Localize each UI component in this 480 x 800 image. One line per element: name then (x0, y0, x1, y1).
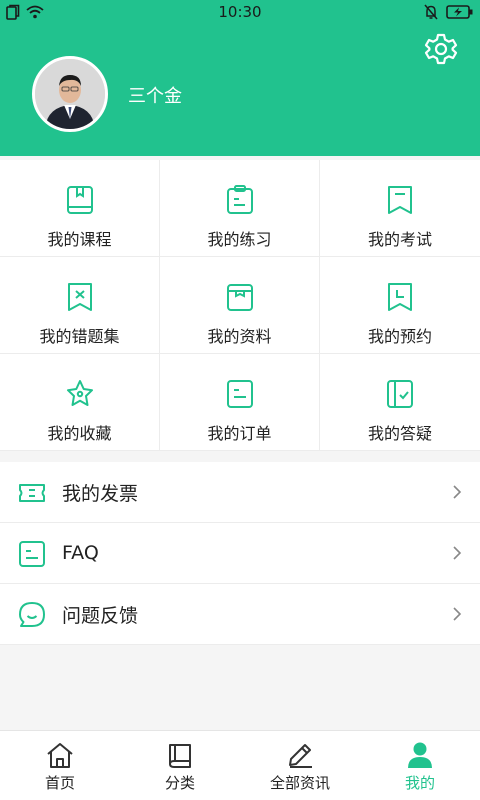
grid-item-label: 我的资料 (207, 327, 272, 346)
list-item-faq[interactable]: FAQ (0, 523, 480, 584)
tab-category[interactable]: 分类 (120, 731, 240, 800)
order-doc-icon (226, 380, 253, 408)
grid-item-label: 我的订单 (207, 424, 272, 443)
tab-news[interactable]: 全部资讯 (240, 731, 360, 800)
grid-item-exams[interactable]: 我的考试 (320, 160, 480, 257)
notebook-check-icon (387, 380, 413, 408)
grid-item-label: 我的收藏 (47, 424, 112, 443)
archive-box-icon (226, 284, 253, 311)
battery-icon (446, 5, 473, 19)
grid-item-label: 我的课程 (47, 230, 112, 249)
chevron-right-icon (453, 607, 462, 621)
username: 三个金 (128, 86, 182, 107)
status-time: 10:30 (218, 3, 262, 21)
avatar-portrait-icon (35, 59, 105, 129)
chevron-right-icon (453, 546, 462, 560)
clipboard-icon (226, 185, 253, 214)
list-item-label: 我的发票 (62, 482, 139, 505)
star-icon (66, 380, 93, 406)
tab-label: 我的 (404, 774, 435, 792)
grid-item-practice[interactable]: 我的练习 (160, 160, 320, 257)
chevron-right-icon (453, 485, 462, 499)
person-icon (408, 742, 432, 768)
grid-item-label: 我的答疑 (367, 424, 432, 443)
profile-header: 三个金 (0, 24, 480, 156)
ticket-icon (19, 484, 45, 502)
grid-item-materials[interactable]: 我的资料 (160, 257, 320, 354)
grid-item-wrong-questions[interactable]: 我的错题集 (0, 257, 160, 354)
tab-label: 全部资讯 (269, 774, 330, 792)
list-item-feedback[interactable]: 问题反馈 (0, 584, 480, 645)
grid-item-label: 我的考试 (367, 230, 432, 249)
tab-label: 分类 (164, 774, 195, 792)
gear-icon[interactable] (424, 32, 458, 66)
status-right-icons (424, 4, 474, 20)
grid-item-appointments[interactable]: 我的预约 (320, 257, 480, 354)
settings-list: 我的发票 FAQ 问题反馈 (0, 462, 480, 645)
tab-mine[interactable]: 我的 (360, 731, 480, 800)
grid-item-courses[interactable]: 我的课程 (0, 160, 160, 257)
grid-item-orders[interactable]: 我的订单 (160, 354, 320, 451)
bookmark-icon (388, 186, 412, 214)
grid-item-label: 我的练习 (207, 230, 272, 249)
feature-grid: 我的课程 我的练习 我的考试 我的错题集 我的资料 我的预约 我的收藏 我的订单… (0, 160, 480, 451)
pencil-icon (289, 744, 312, 768)
mute-bell-icon (424, 4, 438, 20)
list-item-label: 问题反馈 (62, 604, 139, 627)
avatar[interactable] (32, 56, 108, 132)
book-icon (66, 186, 93, 214)
clock-bookmark-icon (388, 283, 412, 311)
faq-doc-icon (19, 541, 45, 567)
home-icon (47, 743, 73, 768)
chat-smile-icon (19, 602, 45, 627)
bottom-tab-bar: 首页 分类 全部资讯 我的 (0, 730, 480, 800)
grid-item-label: 我的预约 (367, 327, 432, 346)
error-bookmark-icon (67, 283, 92, 311)
tab-label: 首页 (44, 774, 75, 792)
tab-home[interactable]: 首页 (0, 731, 120, 800)
grid-item-label: 我的错题集 (39, 327, 120, 346)
grid-item-favorites[interactable]: 我的收藏 (0, 354, 160, 451)
list-item-invoices[interactable]: 我的发票 (0, 462, 480, 523)
books-icon (169, 744, 191, 768)
grid-item-qa[interactable]: 我的答疑 (320, 354, 480, 451)
list-item-label: FAQ (62, 542, 99, 564)
status-bar: 10:30 (0, 0, 480, 24)
